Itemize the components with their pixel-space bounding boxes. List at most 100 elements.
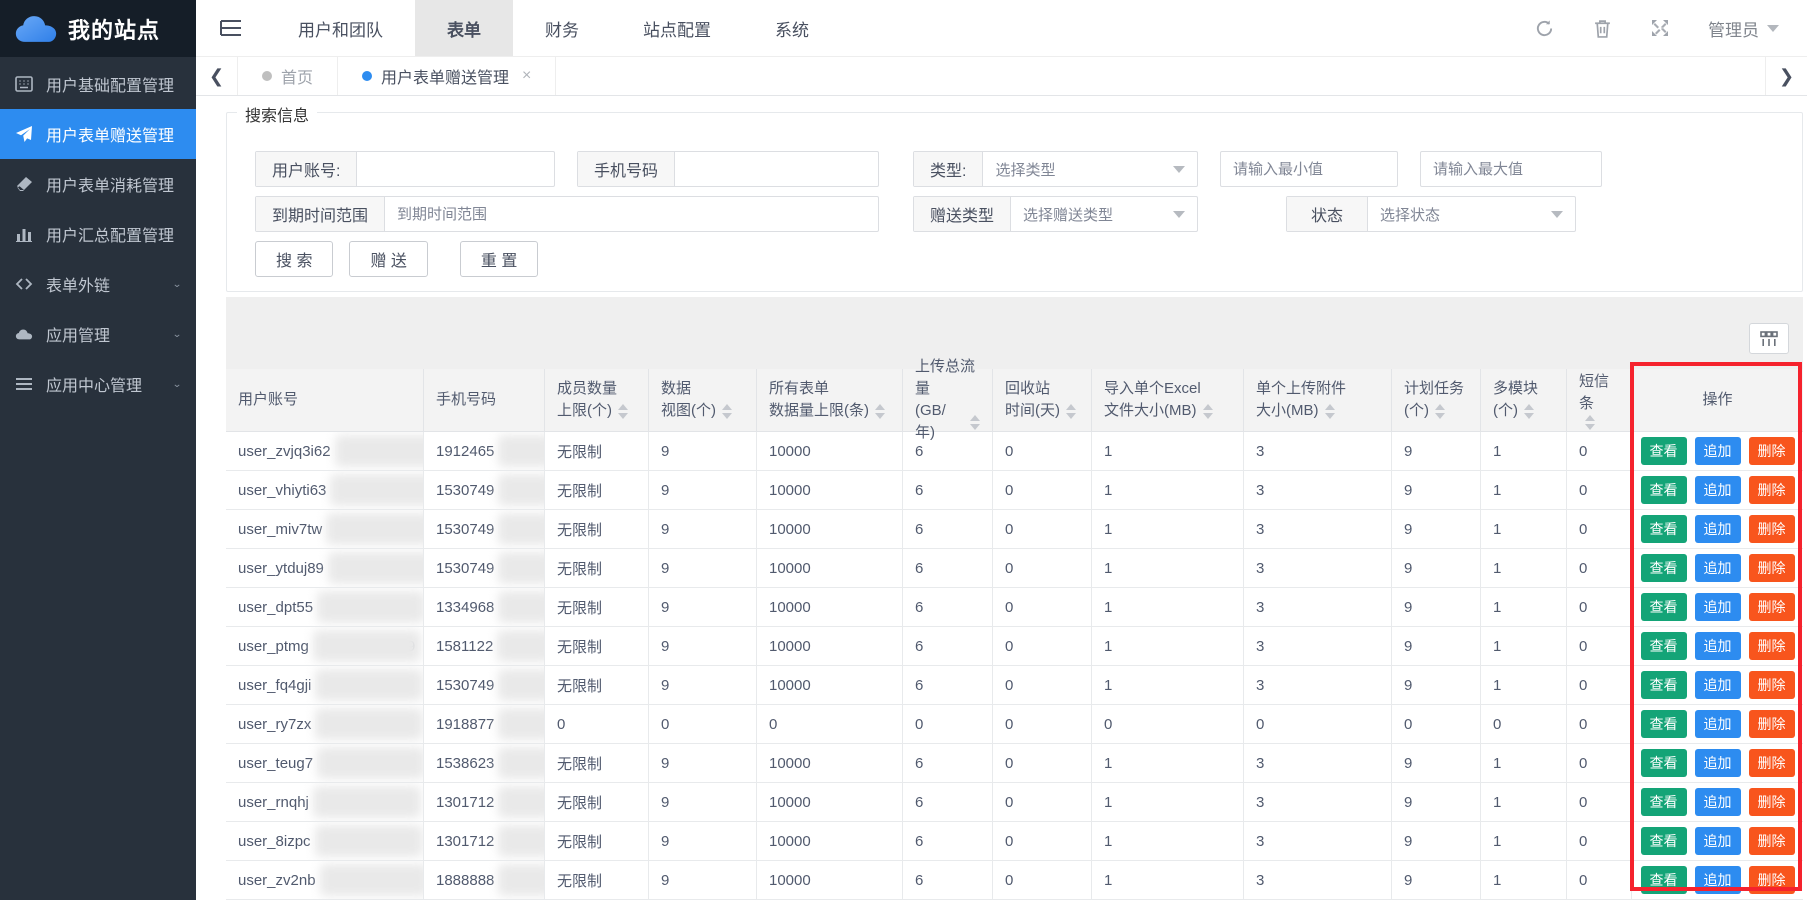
delete-button[interactable]: 删除 (1749, 593, 1795, 621)
sidebar-item-label: 应用中心管理 (46, 372, 142, 396)
view-button[interactable]: 查看 (1641, 515, 1687, 543)
column-header[interactable]: 数据视图(个) (649, 369, 757, 432)
admin-menu[interactable]: 管理员 (1708, 16, 1779, 41)
column-header[interactable]: 所有表单数据量上限(条) (757, 369, 903, 432)
fullscreen-icon[interactable] (1650, 18, 1670, 38)
sort-icon[interactable] (875, 404, 885, 419)
actions-cell: 查看追加删除 (1632, 861, 1803, 900)
append-button[interactable]: 追加 (1695, 710, 1741, 738)
sidebar-item-user-summary-config[interactable]: 用户汇总配置管理 (0, 209, 196, 259)
append-button[interactable]: 追加 (1695, 749, 1741, 777)
tabs-scroll-left-icon[interactable]: ❮ (196, 57, 238, 95)
sort-icon[interactable] (722, 404, 732, 419)
sort-icon[interactable] (1585, 415, 1595, 430)
status-select[interactable]: 选择状态 (1368, 197, 1575, 231)
column-header-label: 回收站 (1005, 378, 1079, 400)
view-button[interactable]: 查看 (1641, 866, 1687, 894)
column-settings-button[interactable] (1749, 323, 1789, 354)
view-button[interactable]: 查看 (1641, 593, 1687, 621)
delete-button[interactable]: 删除 (1749, 632, 1795, 660)
sidebar-item-user-form-gift[interactable]: 用户表单赠送管理 (0, 109, 196, 159)
phone-input[interactable] (675, 152, 865, 186)
sidebar-collapse-icon[interactable] (196, 0, 266, 56)
value-cell: 10000 (757, 432, 903, 471)
nav-item-finance[interactable]: 财务 (513, 0, 611, 56)
delete-button[interactable]: 删除 (1749, 749, 1795, 777)
column-header[interactable]: 上传总流量(GB/年) (903, 369, 993, 432)
view-button[interactable]: 查看 (1641, 554, 1687, 582)
sidebar-item-app-management[interactable]: 应用管理 ⌄ (0, 309, 196, 359)
delete-button[interactable]: 删除 (1749, 827, 1795, 855)
search-button[interactable]: 搜 索 (255, 241, 333, 277)
view-button[interactable]: 查看 (1641, 437, 1687, 465)
delete-button[interactable]: 删除 (1749, 710, 1795, 738)
column-header[interactable]: 多模块(个) (1481, 369, 1567, 432)
expire-range-input[interactable] (385, 197, 878, 231)
type-select[interactable]: 选择类型 (983, 152, 1197, 186)
user-account-text: user_teug7 (238, 755, 313, 772)
sort-icon[interactable] (970, 415, 980, 430)
value-cell: 9 (1392, 588, 1481, 627)
sort-icon[interactable] (1435, 404, 1445, 419)
view-button[interactable]: 查看 (1641, 749, 1687, 777)
tab-home[interactable]: 首页 (238, 57, 338, 95)
tabs-scroll-right-icon[interactable]: ❯ (1765, 57, 1807, 95)
append-button[interactable]: 追加 (1695, 671, 1741, 699)
sidebar-item-user-form-consume[interactable]: 用户表单消耗管理 (0, 159, 196, 209)
view-button[interactable]: 查看 (1641, 710, 1687, 738)
sort-icon[interactable] (618, 404, 628, 419)
delete-button[interactable]: 删除 (1749, 788, 1795, 816)
column-header[interactable]: 短信条 (1567, 369, 1632, 432)
delete-button[interactable]: 删除 (1749, 554, 1795, 582)
view-button[interactable]: 查看 (1641, 476, 1687, 504)
gift-button[interactable]: 赠 送 (349, 241, 427, 277)
nav-item-users-teams[interactable]: 用户和团队 (266, 0, 415, 56)
column-header[interactable]: 回收站时间(天) (993, 369, 1092, 432)
gift-type-select[interactable]: 选择赠送类型 (1011, 197, 1197, 231)
view-button[interactable]: 查看 (1641, 671, 1687, 699)
append-button[interactable]: 追加 (1695, 632, 1741, 660)
delete-button[interactable]: 删除 (1749, 671, 1795, 699)
view-button[interactable]: 查看 (1641, 632, 1687, 660)
sort-icon[interactable] (1203, 404, 1213, 419)
close-icon[interactable]: × (522, 67, 531, 85)
nav-item-forms[interactable]: 表单 (415, 0, 513, 56)
min-value-input[interactable] (1220, 151, 1398, 187)
append-button[interactable]: 追加 (1695, 788, 1741, 816)
column-header[interactable]: 导入单个Excel文件大小(MB) (1092, 369, 1244, 432)
append-button[interactable]: 追加 (1695, 515, 1741, 543)
trash-icon[interactable] (1592, 18, 1612, 38)
append-button[interactable]: 追加 (1695, 593, 1741, 621)
sort-icon[interactable] (1066, 404, 1076, 419)
sidebar-item-app-center-management[interactable]: 应用中心管理 ⌄ (0, 359, 196, 409)
view-button[interactable]: 查看 (1641, 788, 1687, 816)
column-header-label: 多模块 (1493, 378, 1554, 400)
delete-button[interactable]: 删除 (1749, 866, 1795, 894)
delete-button[interactable]: 删除 (1749, 437, 1795, 465)
sort-icon[interactable] (1325, 404, 1335, 419)
redaction-blur (317, 747, 424, 779)
delete-button[interactable]: 删除 (1749, 515, 1795, 543)
append-button[interactable]: 追加 (1695, 476, 1741, 504)
tab-user-form-gift[interactable]: 用户表单赠送管理 × (338, 57, 556, 95)
refresh-icon[interactable] (1534, 18, 1554, 38)
nav-item-site-config[interactable]: 站点配置 (611, 0, 743, 56)
append-button[interactable]: 追加 (1695, 866, 1741, 894)
nav-item-system[interactable]: 系统 (743, 0, 841, 56)
sidebar-item-user-base-config[interactable]: 用户基础配置管理 (0, 59, 196, 109)
sort-icon[interactable] (1524, 404, 1534, 419)
sidebar-item-form-external-link[interactable]: 表单外链 ⌄ (0, 259, 196, 309)
reset-button[interactable]: 重 置 (460, 241, 538, 277)
column-header[interactable]: 成员数量上限(个) (545, 369, 649, 432)
view-button[interactable]: 查看 (1641, 827, 1687, 855)
column-header[interactable]: 单个上传附件大小(MB) (1244, 369, 1392, 432)
append-button[interactable]: 追加 (1695, 827, 1741, 855)
max-value-input[interactable] (1420, 151, 1602, 187)
append-button[interactable]: 追加 (1695, 437, 1741, 465)
delete-button[interactable]: 删除 (1749, 476, 1795, 504)
tab-dot (262, 71, 272, 81)
redaction-blur (498, 825, 545, 857)
account-input[interactable] (357, 152, 549, 186)
append-button[interactable]: 追加 (1695, 554, 1741, 582)
column-header[interactable]: 计划任务(个) (1392, 369, 1481, 432)
